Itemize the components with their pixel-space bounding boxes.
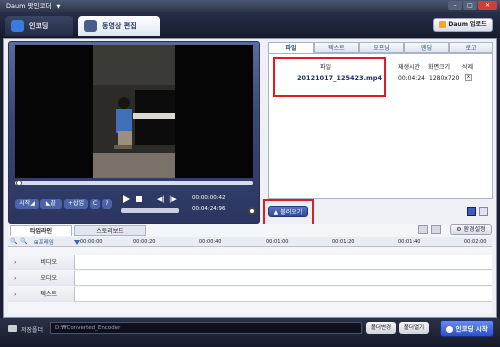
time-label-3: 00:01:00 — [266, 239, 289, 245]
minimize-button[interactable]: – — [448, 1, 462, 10]
total-time: 00:04:24:96 — [192, 206, 226, 212]
header-duration: 재생시간 — [398, 64, 421, 71]
track-name-text: › 텍스트 — [8, 287, 75, 302]
timeline-tool-icon-1[interactable] — [418, 225, 428, 234]
time-label-5: 00:01:40 — [398, 239, 421, 245]
frame-toggle[interactable]: ⊞프레임 — [34, 238, 54, 246]
track-row-audio[interactable] — [8, 271, 492, 286]
delete-file-button[interactable]: x — [465, 74, 472, 81]
daum-upload-button[interactable]: Daum 업로드 — [433, 18, 493, 32]
title-bar: Daum 팟인코더 ▼ — [0, 0, 500, 12]
encode-icon — [446, 325, 454, 333]
time-label-0: 00:00:00 — [80, 239, 103, 245]
settings-label: 환경설정 — [463, 226, 486, 233]
file-size: 1280x720 — [429, 75, 460, 82]
time-label-6: 00:02:00 — [464, 239, 487, 245]
seek-handle[interactable] — [16, 180, 22, 186]
file-highlight-box — [273, 57, 386, 97]
open-folder-button[interactable]: 폴더열기 — [399, 322, 429, 334]
daum-upload-label: Daum 업로드 — [448, 21, 487, 28]
start-encoding-button[interactable]: 인코딩 시작 — [440, 320, 494, 337]
file-duration: 00:04:24 — [398, 75, 425, 82]
folder-icon — [8, 325, 17, 332]
zoom-in-icon[interactable]: 🔍 — [10, 238, 17, 245]
upload-icon — [439, 21, 447, 28]
grid-view-icon[interactable] — [467, 207, 476, 216]
save-folder-label: 저장폴더 — [21, 327, 44, 334]
help-button[interactable]: ? — [102, 199, 112, 209]
next-frame-icon[interactable]: |▶ — [169, 195, 177, 203]
tab-encoding-label: 인코딩 — [29, 22, 49, 30]
film-icon — [84, 20, 97, 32]
track-row-text[interactable] — [8, 287, 492, 302]
maximize-button[interactable]: □ — [463, 1, 477, 10]
top-bar — [0, 12, 500, 38]
c-button[interactable]: C — [90, 199, 100, 209]
encoding-icon — [11, 20, 24, 32]
timeline-tool-icon-2[interactable] — [431, 225, 441, 234]
change-folder-button[interactable]: 폴더변경 — [366, 322, 396, 334]
tab-ending[interactable]: 엔딩 — [404, 42, 449, 53]
tab-timeline[interactable]: 타임라인 — [10, 225, 72, 236]
tab-opening[interactable]: 오프닝 — [359, 42, 404, 53]
track-name-video: › 비디오 — [8, 255, 75, 270]
play-icon[interactable] — [123, 195, 130, 203]
tab-file[interactable]: 파일 — [268, 42, 314, 53]
tab-logo[interactable]: 로고 — [449, 42, 493, 53]
current-time: 00:00:00:42 — [192, 195, 226, 201]
zoom-out-icon[interactable]: 🔍 — [20, 238, 27, 245]
stop-icon[interactable] — [136, 196, 142, 202]
video-frame — [93, 45, 175, 178]
record-icon[interactable] — [248, 207, 256, 215]
insert-button[interactable]: +삽입 — [64, 199, 88, 209]
video-preview — [15, 45, 253, 178]
save-folder-path[interactable]: D:₩Converted_Encoder — [50, 322, 362, 334]
end-mark-button[interactable]: ◣끝 — [40, 199, 62, 209]
title-menu-arrow[interactable]: ▼ — [57, 4, 61, 10]
list-view-icon[interactable] — [479, 207, 488, 216]
prev-frame-icon[interactable]: ◀| — [157, 195, 165, 203]
tab-encoding[interactable]: 인코딩 — [5, 16, 73, 36]
app-title: Daum 팟인코더 — [6, 2, 52, 10]
header-size: 화면크기 — [428, 64, 451, 71]
time-label-2: 00:00:40 — [199, 239, 222, 245]
track-name-audio: › 오디오 — [8, 271, 75, 286]
range-bar[interactable] — [121, 208, 179, 213]
close-button[interactable]: ✕ — [478, 1, 497, 10]
time-label-1: 00:00:20 — [133, 239, 156, 245]
start-mark-button[interactable]: 시작◢ — [15, 199, 39, 209]
settings-button[interactable]: ⚙ 환경설정 — [450, 224, 492, 235]
header-delete: 삭제 — [462, 64, 474, 71]
start-encoding-label: 인코딩 시작 — [455, 325, 488, 333]
tab-text[interactable]: 텍스트 — [314, 42, 359, 53]
gear-icon: ⚙ — [456, 226, 462, 233]
tab-storyboard[interactable]: 스토리보드 — [74, 225, 146, 236]
time-label-4: 00:01:20 — [332, 239, 355, 245]
seek-bar[interactable] — [15, 181, 253, 185]
tab-video-edit-label: 동영상 편집 — [102, 22, 137, 30]
track-row-video[interactable] — [8, 255, 492, 270]
tab-video-edit[interactable]: 동영상 편집 — [78, 16, 160, 36]
